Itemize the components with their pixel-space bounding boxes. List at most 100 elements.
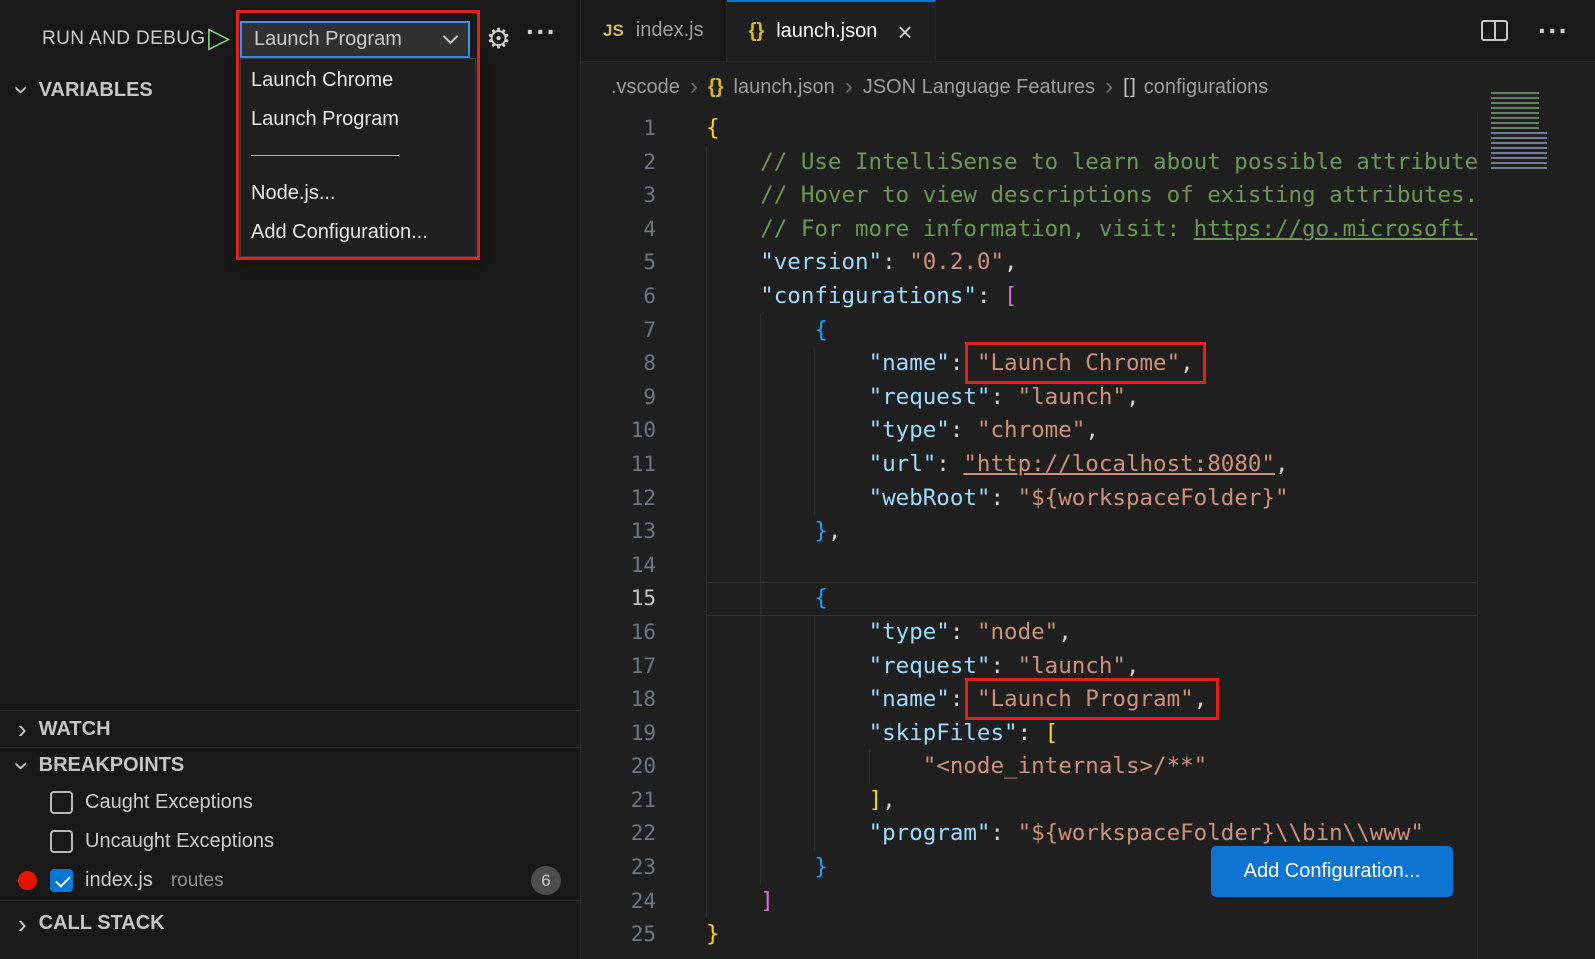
checkbox-unchecked[interactable] — [50, 830, 73, 853]
indent-guide — [760, 448, 761, 482]
menu-item-add-configuration[interactable]: Add Configuration... — [241, 213, 475, 252]
code-line[interactable]: 14 — [581, 549, 1477, 583]
launch-configuration-select[interactable]: Launch Program — [240, 21, 470, 58]
section-header-watch[interactable]: › WATCH — [0, 710, 581, 747]
menu-item-launch-chrome[interactable]: Launch Chrome — [241, 61, 475, 100]
code-token: "${workspaceFolder}" — [1018, 485, 1289, 511]
breadcrumb-folder[interactable]: .vscode — [611, 76, 680, 99]
code-line[interactable]: 10 "type": "chrome", — [581, 414, 1477, 448]
code-line[interactable]: 11 "url": "http://localhost:8080", — [581, 448, 1477, 482]
line-number[interactable]: 19 — [581, 717, 656, 751]
line-number[interactable]: 10 — [581, 414, 656, 448]
breadcrumb-provider[interactable]: JSON Language Features — [863, 76, 1095, 99]
code-token: , — [828, 518, 842, 544]
line-number[interactable]: 17 — [581, 650, 656, 684]
split-editor-icon[interactable] — [1481, 20, 1508, 41]
line-number[interactable]: 14 — [581, 549, 656, 583]
code-token — [706, 888, 760, 914]
indent-guide — [760, 650, 761, 684]
section-header-call-stack[interactable]: › CALL STACK — [0, 900, 581, 946]
line-number[interactable]: 23 — [581, 851, 656, 885]
code-line[interactable]: 15 { — [581, 582, 1477, 616]
line-number[interactable]: 20 — [581, 750, 656, 784]
breakpoint-row-uncaught-exceptions[interactable]: Uncaught Exceptions — [0, 822, 581, 861]
code-token: } — [814, 854, 828, 880]
line-number[interactable]: 13 — [581, 515, 656, 549]
indent-guide — [760, 381, 761, 415]
selected-configuration-label: Launch Program — [254, 28, 445, 51]
code-token: , — [1058, 619, 1072, 645]
indent-guide — [760, 784, 761, 818]
line-number[interactable]: 6 — [581, 280, 656, 314]
code-text: "skipFiles": [ — [706, 717, 1477, 751]
menu-item-launch-program[interactable]: Launch Program — [241, 100, 475, 139]
breadcrumb-symbol[interactable]: configurations — [1144, 76, 1269, 99]
code-line[interactable]: 1{ — [581, 112, 1477, 146]
code-editor[interactable]: 1{2 // Use IntelliSense to learn about p… — [581, 112, 1478, 959]
line-number[interactable]: 4 — [581, 213, 656, 247]
code-line[interactable]: 19 "skipFiles": [ — [581, 717, 1477, 751]
indent-guide — [760, 515, 761, 549]
line-number[interactable]: 7 — [581, 314, 656, 348]
code-line[interactable]: 20 "<node_internals>/**" — [581, 750, 1477, 784]
code-text: "version": "0.2.0", — [706, 246, 1477, 280]
line-number[interactable]: 24 — [581, 885, 656, 919]
checkbox-unchecked[interactable] — [50, 791, 73, 814]
code-line[interactable]: 12 "webRoot": "${workspaceFolder}" — [581, 482, 1477, 516]
start-debugging-icon[interactable]: ▷ — [208, 20, 230, 55]
code-token — [706, 283, 760, 309]
gear-icon[interactable]: ⚙ — [486, 22, 511, 55]
section-header-breakpoints[interactable]: › BREAKPOINTS — [0, 747, 581, 783]
code-line[interactable]: 16 "type": "node", — [581, 616, 1477, 650]
code-line[interactable]: 2 // Use IntelliSense to learn about pos… — [581, 146, 1477, 180]
menu-item-nodejs[interactable]: Node.js... — [241, 174, 475, 213]
close-icon[interactable]: × — [897, 19, 912, 45]
tab-launchjson[interactable]: {} launch.json × — [727, 0, 936, 61]
line-number[interactable]: 9 — [581, 381, 656, 415]
annotation-box: "Launch Program", — [965, 678, 1219, 720]
code-line[interactable]: 25} — [581, 918, 1477, 952]
section-label: VARIABLES — [39, 79, 153, 102]
code-line[interactable]: 4 // For more information, visit: https:… — [581, 213, 1477, 247]
code-token: : — [990, 653, 1017, 679]
indent-guide — [760, 414, 761, 448]
line-number[interactable]: 15 — [581, 582, 656, 616]
line-number[interactable]: 3 — [581, 179, 656, 213]
line-number[interactable]: 12 — [581, 482, 656, 516]
code-line[interactable]: 5 "version": "0.2.0", — [581, 246, 1477, 280]
line-number[interactable]: 25 — [581, 918, 656, 952]
line-number[interactable]: 16 — [581, 616, 656, 650]
line-number[interactable]: 21 — [581, 784, 656, 818]
breadcrumb-file[interactable]: launch.json — [734, 76, 835, 99]
line-number[interactable]: 2 — [581, 146, 656, 180]
code-line[interactable]: 13 }, — [581, 515, 1477, 549]
more-actions-icon[interactable]: ··· — [1538, 15, 1569, 47]
chevron-down-icon: › — [9, 86, 35, 95]
breakpoint-row-caught-exceptions[interactable]: Caught Exceptions — [0, 783, 581, 822]
indent-guide — [706, 717, 707, 751]
line-number[interactable]: 11 — [581, 448, 656, 482]
code-line[interactable]: 3 // Hover to view descriptions of exist… — [581, 179, 1477, 213]
line-number[interactable]: 18 — [581, 683, 656, 717]
line-number[interactable]: 1 — [581, 112, 656, 146]
more-actions-icon[interactable]: ··· — [526, 16, 557, 48]
checkbox-checked[interactable] — [50, 869, 73, 892]
add-configuration-button[interactable]: Add Configuration... — [1211, 846, 1453, 897]
code-line[interactable]: 18 "name": "Launch Program", — [581, 683, 1477, 717]
code-line[interactable]: 8 "name": "Launch Chrome", — [581, 347, 1477, 381]
breadcrumb: .vscode › {} launch.json › JSON Language… — [581, 62, 1595, 112]
code-line[interactable]: 21 ], — [581, 784, 1477, 818]
minimap[interactable] — [1489, 92, 1553, 172]
line-number[interactable]: 8 — [581, 347, 656, 381]
code-text: "name": "Launch Program", — [706, 683, 1477, 717]
breakpoint-row-indexjs[interactable]: index.js routes 6 — [0, 861, 581, 900]
line-number[interactable]: 22 — [581, 817, 656, 851]
indent-guide — [706, 246, 707, 280]
code-token: // Hover to view descriptions of existin… — [760, 182, 1478, 208]
indent-guide — [706, 515, 707, 549]
code-line[interactable]: 6 "configurations": [ — [581, 280, 1477, 314]
tab-indexjs[interactable]: JS index.js — [581, 0, 727, 61]
indent-guide — [706, 817, 707, 851]
code-line[interactable]: 9 "request": "launch", — [581, 381, 1477, 415]
line-number[interactable]: 5 — [581, 246, 656, 280]
